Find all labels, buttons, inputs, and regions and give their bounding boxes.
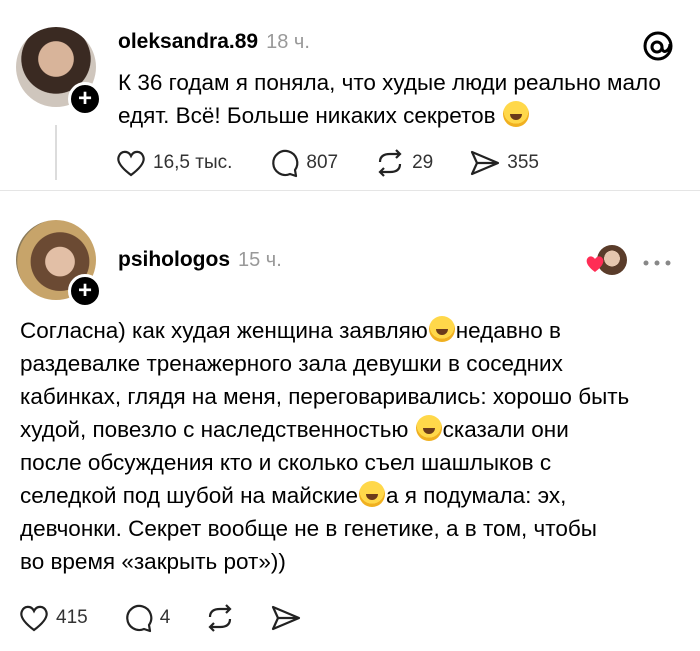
- heart-icon: [117, 150, 145, 177]
- comment-icon: [272, 149, 299, 178]
- share-icon: [272, 605, 301, 631]
- repost-button[interactable]: [204, 603, 236, 633]
- post-actions: 16,5 тыс. 807 29 355: [115, 148, 539, 178]
- like-button[interactable]: 415: [18, 603, 88, 633]
- follow-plus-icon[interactable]: +: [68, 274, 102, 308]
- repost-icon: [208, 604, 232, 632]
- post-text-line: худой, повезло с наследственностью сказа…: [20, 415, 569, 442]
- post-text: Согласна) как худая женщина заявляю недав…: [20, 314, 690, 578]
- laughing-emoji-icon: [428, 316, 455, 342]
- share-button[interactable]: [270, 603, 302, 633]
- threads-logo-icon[interactable]: [640, 28, 676, 64]
- sweat-smile-emoji-icon: [359, 481, 385, 507]
- reply-count: 4: [159, 607, 171, 628]
- post-time: 15 ч.: [238, 249, 282, 271]
- more-icon[interactable]: [642, 255, 672, 266]
- repost-button[interactable]: 29: [374, 148, 433, 178]
- share-count: 355: [507, 152, 539, 173]
- share-icon: [471, 150, 500, 176]
- post-header: oleksandra.89 18 ч.: [118, 30, 310, 54]
- repost-icon: [378, 149, 402, 177]
- laughing-emoji-icon: [502, 101, 529, 127]
- post-text-line: Согласна) как худая женщина заявляю недав…: [20, 316, 561, 343]
- thread-line: [55, 125, 57, 180]
- reply-button[interactable]: 807: [268, 148, 338, 178]
- post-time: 18 ч.: [266, 31, 310, 53]
- reply-count: 807: [306, 152, 339, 173]
- divider: [0, 190, 700, 191]
- post-text-content: К 36 годам я поняла, что худые люди реал…: [118, 70, 661, 128]
- post-text: К 36 годам я поняла, что худые люди реал…: [118, 66, 678, 132]
- follow-plus-icon[interactable]: +: [68, 82, 102, 116]
- post-text-line: кабинках, глядя на меня, переговаривалис…: [20, 384, 630, 409]
- laughing-emoji-icon: [415, 415, 442, 441]
- post-text-line: селедкой под шубой на майские а я подумал…: [20, 481, 567, 508]
- comment-icon: [125, 604, 153, 633]
- username[interactable]: oleksandra.89: [118, 30, 258, 54]
- like-button[interactable]: 16,5 тыс.: [115, 148, 232, 178]
- post-header: psihologos 15 ч.: [118, 248, 282, 272]
- post-actions: 415 4: [18, 603, 302, 633]
- username[interactable]: psihologos: [118, 248, 230, 272]
- post-text-line: раздевалке тренажерного зала девушки в с…: [20, 351, 563, 376]
- reply-button[interactable]: 4: [122, 603, 171, 633]
- post-text-line: девчонки. Секрет вообще не в генетике, а…: [20, 516, 597, 541]
- heart-icon: [20, 605, 48, 632]
- like-count: 16,5 тыс.: [153, 152, 233, 173]
- post-text-line: после обсуждения кто и сколько съел шашл…: [20, 450, 552, 475]
- share-button[interactable]: 355: [469, 148, 539, 178]
- heart-icon: [586, 256, 604, 272]
- like-count: 415: [56, 607, 88, 628]
- post-text-line: во время «закрыть рот»)): [20, 549, 286, 574]
- repost-count: 29: [412, 152, 434, 173]
- liked-by-avatar[interactable]: [585, 243, 629, 277]
